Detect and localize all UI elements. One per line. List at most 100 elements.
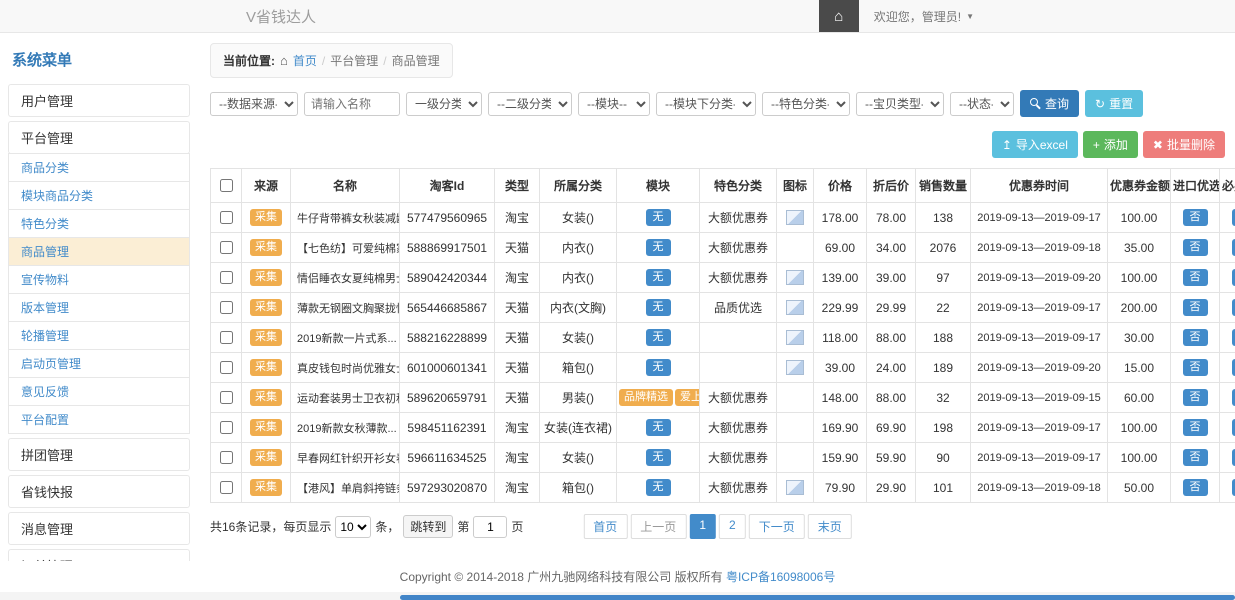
import-flag-badge[interactable]: 否	[1183, 269, 1208, 286]
must-buy-flag-badge[interactable]: 否	[1232, 209, 1235, 226]
source-badge: 采集	[250, 329, 282, 346]
product-thumbnail-icon	[786, 330, 804, 345]
discount-price: 78.00	[867, 203, 916, 233]
products-table: 来源 名称 淘客Id 类型 所属分类 模块 特色分类	[210, 168, 1235, 503]
feature-category: 大额优惠券	[700, 473, 777, 503]
sales-count: 90	[916, 443, 971, 473]
sidebar-item[interactable]: 消息管理	[8, 512, 190, 545]
sidebar-item[interactable]: 宣传物料	[8, 265, 190, 294]
row-checkbox[interactable]	[220, 331, 233, 344]
row-checkbox[interactable]	[220, 361, 233, 374]
column-header: 类型	[495, 169, 540, 203]
pagination-bar: 共16条记录，每页显示 10 条， 跳转到 第 页 首页 上一页 1	[210, 515, 1225, 538]
price: 139.00	[814, 263, 867, 293]
reset-icon: ↻	[1095, 97, 1105, 111]
import-flag-badge[interactable]: 否	[1183, 359, 1208, 376]
price: 79.90	[814, 473, 867, 503]
breadcrumb-home-link[interactable]: 首页	[293, 52, 317, 69]
table-row: 采集 【七色纺】可爱纯棉家... 588869917501 天猫 内衣() 无 …	[211, 233, 1235, 263]
trash-icon: ✖	[1153, 138, 1163, 152]
pagination-button[interactable]: 末页	[808, 514, 852, 539]
must-buy-flag-badge[interactable]: 否	[1232, 269, 1235, 286]
must-buy-flag-badge[interactable]: 否	[1232, 329, 1235, 346]
sidebar-item[interactable]: 意见反馈	[8, 377, 190, 406]
sidebar-item[interactable]: 商品分类	[8, 153, 190, 182]
pagination-button[interactable]: 2	[719, 514, 746, 539]
module-cell: 无	[617, 443, 700, 473]
sidebar-item[interactable]: 商品管理	[8, 237, 190, 266]
home-button[interactable]: ⌂	[819, 0, 859, 32]
reset-button[interactable]: ↻ 重置	[1085, 90, 1143, 117]
add-button[interactable]: + 添加	[1083, 131, 1138, 158]
filter-select[interactable]: --特色分类--	[762, 92, 850, 116]
filter-select[interactable]: --状态--	[950, 92, 1014, 116]
row-checkbox[interactable]	[220, 301, 233, 314]
import-flag-badge[interactable]: 否	[1183, 329, 1208, 346]
import-flag-badge[interactable]: 否	[1183, 299, 1208, 316]
sidebar-item[interactable]: 平台配置	[8, 405, 190, 434]
sidebar-item[interactable]: 轮播管理	[8, 321, 190, 350]
filter-select[interactable]: --模块--	[578, 92, 650, 116]
row-checkbox[interactable]	[220, 481, 233, 494]
page-size-select[interactable]: 10	[335, 516, 371, 538]
sidebar-item[interactable]: 平台管理	[8, 121, 190, 154]
filter-select[interactable]: --模块下分类--	[656, 92, 756, 116]
must-buy-flag-badge[interactable]: 否	[1232, 419, 1235, 436]
row-checkbox[interactable]	[220, 391, 233, 404]
column-header: 优惠券金额	[1108, 169, 1171, 203]
must-buy-flag-badge[interactable]: 否	[1232, 449, 1235, 466]
must-buy-flag-badge[interactable]: 否	[1232, 389, 1235, 406]
import-excel-button[interactable]: ↥ 导入excel	[992, 131, 1078, 158]
sidebar-item[interactable]: 用户管理	[8, 84, 190, 117]
sidebar-item[interactable]: 特色分类	[8, 209, 190, 238]
filter-select[interactable]: --宝贝类型--	[856, 92, 944, 116]
sidebar-item[interactable]: 模块商品分类	[8, 181, 190, 210]
pagination-button[interactable]: 1	[689, 514, 716, 539]
must-buy-flag-badge[interactable]: 否	[1232, 479, 1235, 496]
source-badge: 采集	[250, 269, 282, 286]
sidebar-item[interactable]: 版本管理	[8, 293, 190, 322]
coupon-amount: 100.00	[1108, 443, 1171, 473]
feature-category: 大额优惠券	[700, 383, 777, 413]
sidebar-item[interactable]: 省钱快报	[8, 475, 190, 508]
icp-link[interactable]: 粤ICP备16098006号	[726, 570, 835, 584]
import-flag-badge[interactable]: 否	[1183, 239, 1208, 256]
product-category: 女装()	[540, 203, 617, 233]
import-flag-badge[interactable]: 否	[1183, 479, 1208, 496]
sidebar-item[interactable]: 拼团管理	[8, 438, 190, 471]
sidebar-item-label: 意见反馈	[21, 385, 69, 399]
filter-select[interactable]: 一级分类	[406, 92, 482, 116]
jump-button[interactable]: 跳转到	[403, 515, 453, 538]
pagination-button[interactable]: 首页	[583, 514, 627, 539]
horizontal-scrollbar-thumb[interactable]	[400, 595, 1235, 600]
row-checkbox[interactable]	[220, 241, 233, 254]
product-name: 【七色纺】可爱纯棉家...	[291, 233, 400, 263]
batch-delete-button[interactable]: ✖ 批量删除	[1143, 131, 1225, 158]
must-buy-flag-badge[interactable]: 否	[1232, 299, 1235, 316]
row-checkbox[interactable]	[220, 211, 233, 224]
row-checkbox[interactable]	[220, 451, 233, 464]
filter-select[interactable]: --二级分类--	[488, 92, 572, 116]
product-category: 内衣()	[540, 233, 617, 263]
pagination-button[interactable]: 下一页	[749, 514, 805, 539]
must-buy-flag-badge[interactable]: 否	[1232, 359, 1235, 376]
sidebar-item[interactable]: 启动页管理	[8, 349, 190, 378]
product-thumbnail-icon	[786, 270, 804, 285]
pagination-button[interactable]: 上一页	[630, 514, 686, 539]
select-all-checkbox[interactable]	[220, 179, 233, 192]
product-type: 淘宝	[495, 263, 540, 293]
module-cell: 无	[617, 473, 700, 503]
row-checkbox[interactable]	[220, 271, 233, 284]
jump-page-input[interactable]	[473, 516, 507, 538]
sidebar-item-label: 商品管理	[21, 245, 69, 259]
must-buy-flag-badge[interactable]: 否	[1232, 239, 1235, 256]
data-source-select[interactable]: --数据来源--	[210, 92, 298, 116]
import-flag-badge[interactable]: 否	[1183, 449, 1208, 466]
search-button[interactable]: 查询	[1020, 90, 1079, 117]
row-checkbox[interactable]	[220, 421, 233, 434]
name-search-input[interactable]	[304, 92, 400, 116]
import-flag-badge[interactable]: 否	[1183, 389, 1208, 406]
import-flag-badge[interactable]: 否	[1183, 209, 1208, 226]
user-menu[interactable]: 欢迎您，管理员! ▼	[859, 8, 989, 25]
import-flag-badge[interactable]: 否	[1183, 419, 1208, 436]
